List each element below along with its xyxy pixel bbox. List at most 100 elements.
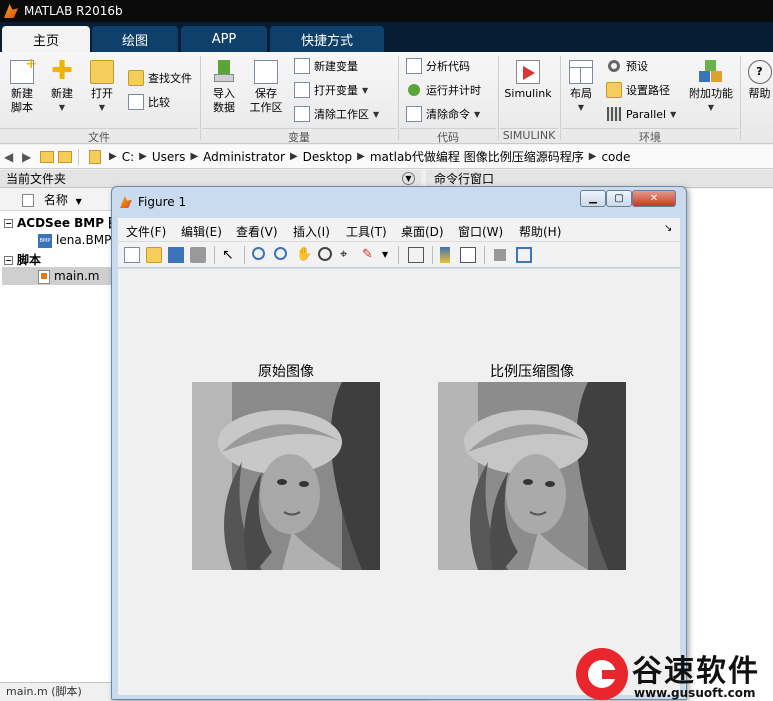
compare-button[interactable]: 比较 [128,92,170,112]
run-and-time-button[interactable]: 运行并计时 [406,80,481,100]
file-item-main[interactable]: main.m [2,267,112,285]
tab-home[interactable]: 主页 [2,26,90,52]
figure-menu-bar: 文件(F) 编辑(E) 查看(V) 插入(I) 工具(T) 桌面(D) 窗口(W… [118,218,680,242]
menu-tools[interactable]: 工具(T) [346,223,387,240]
run-and-time-icon [406,82,422,98]
breadcrumb-users[interactable]: Users [152,150,186,164]
simulink-icon [516,60,540,84]
chevron-down-icon: ▼ [670,109,677,119]
script-file-icon [38,269,50,284]
layout-icon [569,60,593,84]
brush-icon[interactable]: ✎ [362,247,378,263]
breadcrumb-project[interactable]: matlab代做编程 图像比例压缩源码程序 [370,148,584,165]
menu-file[interactable]: 文件(F) [126,223,166,240]
save-icon[interactable] [168,247,184,263]
collapse-icon[interactable]: − [4,256,13,265]
menu-view[interactable]: 查看(V) [236,223,278,240]
breadcrumb-desktop[interactable]: Desktop [303,150,353,164]
help-icon: ? [747,60,772,84]
collapse-icon[interactable]: − [4,219,13,228]
menu-help[interactable]: 帮助(H) [519,223,561,240]
zoom-in-icon[interactable] [252,247,265,260]
tab-apps[interactable]: APP [181,26,267,52]
sort-arrow-icon: ▼ [75,197,82,206]
chevron-down-icon[interactable]: ▼ [382,247,390,263]
up-folder-icon[interactable] [40,150,54,163]
breadcrumb-c[interactable]: C: [122,150,134,164]
new-variable-icon [294,58,310,74]
analyze-code-button[interactable]: 分析代码 [406,56,470,76]
menu-edit[interactable]: 编辑(E) [181,223,222,240]
plus-icon: ✚ [51,56,73,86]
minimize-button[interactable]: ▁ [580,190,606,207]
minimize-icon: ▁ [589,193,597,204]
rotate-3d-icon[interactable] [318,247,332,261]
open-variable-button[interactable]: 打开变量 ▼ [294,80,368,100]
find-files-button[interactable]: 查找文件 [128,68,192,88]
close-button[interactable]: ✕ [632,190,676,207]
name-column-header[interactable]: 名称 ▼ [0,189,112,211]
figure-title: Figure 1 [138,195,187,209]
new-variable-button[interactable]: 新建变量 [294,56,358,76]
browse-folder-icon[interactable] [58,150,72,163]
image-title-original: 原始图像 [258,364,314,380]
compare-icon [128,94,144,110]
breadcrumb-code[interactable]: code [601,150,630,164]
forward-arrow-icon[interactable]: ▶ [22,151,36,163]
preferences-button[interactable]: 预设 [606,56,648,76]
breadcrumb-administrator[interactable]: Administrator [203,150,285,164]
maximize-icon: ▢ [614,193,624,204]
hide-plot-tools-icon[interactable] [494,249,506,261]
clear-workspace-button[interactable]: 清除工作区 ▼ [294,104,379,124]
pan-hand-icon[interactable]: ✋ [296,247,312,263]
group-label-code: 代码 [400,128,496,144]
file-item-lena[interactable]: BMP lena.BMP [38,233,112,248]
back-arrow-icon[interactable]: ◀ [4,151,18,163]
figure-title-bar[interactable]: Figure 1 ▁ ▢ ✕ [112,187,686,217]
open-file-icon[interactable] [146,247,162,263]
watermark-brand: 谷速软件 [632,654,760,689]
data-cursor-icon[interactable]: ⌖ [340,247,356,263]
menu-window[interactable]: 窗口(W) [458,223,503,240]
zoom-out-icon[interactable] [274,247,287,260]
dock-arrow-icon[interactable]: ↘ [664,223,672,234]
maximize-button[interactable]: ▢ [606,190,632,207]
group-acdsee-bmp[interactable]: − ACDSee BMP 图 [4,214,112,231]
help-button[interactable]: ? 帮助 [746,60,773,101]
new-script-button[interactable]: + 新建 脚本 [4,57,40,115]
new-button[interactable]: ✚ 新建 ▼ [44,56,80,115]
show-plot-tools-icon[interactable] [516,247,532,263]
clear-commands-button[interactable]: 清除命令 ▼ [406,104,480,124]
save-workspace-icon [254,60,278,84]
figure-window[interactable]: Figure 1 ▁ ▢ ✕ 文件(F) 编辑(E) 查看(V) 插入(I) 工… [111,186,687,700]
legend-icon[interactable] [460,247,476,263]
colorbar-icon[interactable] [440,247,450,263]
save-workspace-button[interactable]: 保存 工作区 [246,60,286,115]
link-plot-icon[interactable] [408,247,424,263]
parallel-icon [606,106,622,122]
chevron-down-icon: ▼ [58,103,66,112]
import-data-icon [212,60,236,84]
menu-insert[interactable]: 插入(I) [293,223,330,240]
tab-shortcuts[interactable]: 快捷方式 [270,26,384,52]
set-path-button[interactable]: 设置路径 [606,80,670,100]
import-data-button[interactable]: 导入 数据 [206,60,242,115]
simulink-button[interactable]: Simulink [502,60,554,101]
group-scripts[interactable]: − 脚本 [4,251,112,268]
new-figure-icon[interactable] [124,247,140,263]
layout-button[interactable]: 布局 ▼ [564,60,598,115]
print-icon[interactable] [190,247,206,263]
parallel-button[interactable]: Parallel ▼ [606,104,676,124]
image-title-compressed: 比例压缩图像 [490,364,574,380]
bmp-file-icon: BMP [38,233,52,248]
figure-canvas[interactable]: 原始图像 比例压缩图像 [118,269,680,695]
watermark-url: www.gusuoft.com [634,686,756,700]
chevron-down-icon: ▼ [577,103,585,112]
open-button[interactable]: 打开 ▼ [84,60,120,115]
pointer-icon[interactable]: ↖ [222,247,238,263]
addons-button[interactable]: 附加功能 ▼ [688,60,734,115]
menu-desktop[interactable]: 桌面(D) [401,223,444,240]
new-script-icon: + [10,57,37,84]
tab-plots[interactable]: 绘图 [92,26,178,52]
panel-menu-icon[interactable]: ▼ [402,172,415,185]
